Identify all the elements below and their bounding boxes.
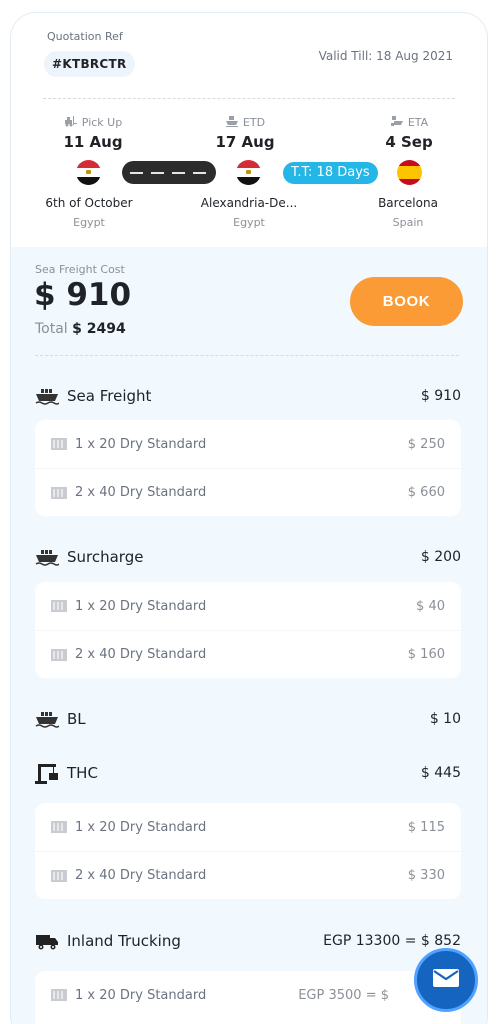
container-icon (51, 648, 67, 661)
ship-departure-icon (225, 115, 239, 130)
divider (35, 355, 459, 356)
list-item: 1 x 20 Dry Standard $ 40 (35, 582, 461, 630)
list-item: 1 x 20 Dry Standard EGP 3500 = $ (35, 971, 461, 1019)
container-icon (51, 989, 67, 1001)
truck-icon (35, 930, 59, 952)
item-value: $ 115 (407, 819, 445, 835)
road-route-icon (122, 161, 216, 184)
item-label: 2 x 40 Dry Standard (75, 485, 207, 500)
eta-date: 4 Sep (385, 133, 433, 151)
route-summary: Quotation Ref #KTBRCTR Valid Till: 18 Au… (11, 13, 487, 247)
bl-amount: $ 10 (429, 711, 461, 727)
sea-freight-amount: $ 910 (420, 388, 461, 404)
total-value: $ 2494 (72, 321, 126, 337)
bl-title: BL (67, 710, 86, 728)
etd-column: ETD 17 Aug (215, 115, 275, 151)
forklift-icon (64, 115, 78, 130)
quotation-ref-label: Quotation Ref (47, 30, 123, 43)
item-value: $ 160 (407, 647, 445, 662)
item-label: 1 x 20 Dry Standard (75, 987, 207, 1003)
ship-arrival-icon (390, 115, 404, 130)
eta-column: ETA 4 Sep (379, 115, 439, 151)
thc-items: 1 x 20 Dry Standard $ 115 2 x 40 Dry Sta… (35, 803, 461, 899)
section-bl: BL $ 10 (35, 708, 461, 730)
list-item: 2 x 40 Dry Standard $ 160 (35, 630, 461, 678)
sea-freight-title: Sea Freight (67, 387, 152, 405)
item-value: $ 660 (407, 485, 445, 500)
pickup-location: 6th of October Egypt (39, 196, 139, 229)
list-item: 2 x 40 Dry Standard $ 660 (35, 468, 461, 516)
valid-till: Valid Till: 18 Aug 2021 (318, 49, 453, 63)
section-inland-trucking: Inland Trucking EGP 13300 = $ 852 (35, 930, 461, 952)
sea-freight-cost-amount: $ 910 (34, 277, 132, 313)
sea-freight-cost-label: Sea Freight Cost (35, 263, 125, 276)
container-icon (51, 486, 67, 499)
spain-flag-icon (397, 160, 422, 185)
contact-mail-button[interactable] (414, 948, 478, 1012)
inland-trucking-items: 1 x 20 Dry Standard EGP 3500 = $ (35, 971, 461, 1024)
list-item: 1 x 20 Dry Standard $ 115 (35, 803, 461, 851)
item-label: 1 x 20 Dry Standard (75, 819, 207, 835)
item-label: 2 x 40 Dry Standard (75, 647, 207, 662)
section-thc: THC $ 445 (35, 762, 461, 784)
inland-trucking-title: Inland Trucking (67, 932, 181, 950)
etd-label: ETD (242, 116, 266, 129)
list-item: 1 x 20 Dry Standard $ 250 (35, 420, 461, 468)
book-button[interactable]: BOOK (350, 277, 463, 326)
ship-icon (35, 546, 59, 568)
sea-freight-items: 1 x 20 Dry Standard $ 250 2 x 40 Dry Sta… (35, 420, 461, 516)
etd-location: Alexandria-De... Egypt (191, 196, 307, 229)
ship-icon (35, 385, 59, 407)
pickup-label: Pick Up (81, 116, 123, 129)
pickup-date: 11 Aug (63, 133, 123, 151)
thc-title: THC (67, 764, 98, 782)
container-icon (51, 869, 67, 882)
etd-country: Egypt (233, 216, 265, 229)
item-label: 2 x 40 Dry Standard (75, 868, 207, 883)
total-line: Total $ 2494 (35, 321, 126, 337)
item-label: 1 x 20 Dry Standard (75, 436, 207, 452)
pickup-column: Pick Up 11 Aug (63, 115, 123, 151)
divider (43, 98, 455, 99)
container-icon (51, 600, 67, 612)
crane-icon (35, 762, 59, 784)
thc-amount: $ 445 (420, 765, 461, 781)
quotation-ref-chip[interactable]: #KTBRCTR (44, 51, 135, 77)
eta-location: Barcelona Spain (358, 196, 458, 229)
surcharge-title: Surcharge (67, 548, 144, 566)
quotation-card: Quotation Ref #KTBRCTR Valid Till: 18 Au… (10, 12, 488, 1024)
item-label: 1 x 20 Dry Standard (75, 598, 207, 614)
container-icon (51, 821, 67, 833)
eta-label: ETA (407, 116, 429, 129)
section-sea-freight: Sea Freight $ 910 (35, 385, 461, 407)
pickup-city: 6th of October (45, 196, 133, 210)
pickup-country: Egypt (73, 216, 105, 229)
ship-icon (35, 708, 59, 730)
transit-time-badge: T.T: 18 Days (283, 162, 378, 184)
item-value: $ 250 (407, 436, 445, 452)
section-surcharge: Surcharge $ 200 (35, 546, 461, 568)
container-icon (51, 438, 67, 450)
inland-trucking-amount: EGP 13300 = $ 852 (323, 933, 461, 949)
surcharge-amount: $ 200 (420, 549, 461, 565)
etd-date: 17 Aug (215, 133, 275, 151)
eta-country: Spain (392, 216, 424, 229)
item-value: $ 40 (416, 598, 445, 614)
cost-panel: Sea Freight Cost $ 910 Total $ 2494 BOOK… (11, 247, 487, 1024)
list-item: 2 x 40 Dry Standard $ 330 (35, 851, 461, 899)
total-label: Total (35, 321, 68, 337)
egypt-flag-icon (76, 160, 101, 185)
item-value: EGP 3500 = $ (298, 987, 389, 1003)
mail-icon (432, 968, 460, 992)
etd-city: Alexandria-De... (200, 196, 298, 210)
eta-city: Barcelona (378, 196, 438, 210)
egypt-flag-icon (236, 160, 261, 185)
surcharge-items: 1 x 20 Dry Standard $ 40 2 x 40 Dry Stan… (35, 582, 461, 678)
item-value: $ 330 (407, 868, 445, 883)
